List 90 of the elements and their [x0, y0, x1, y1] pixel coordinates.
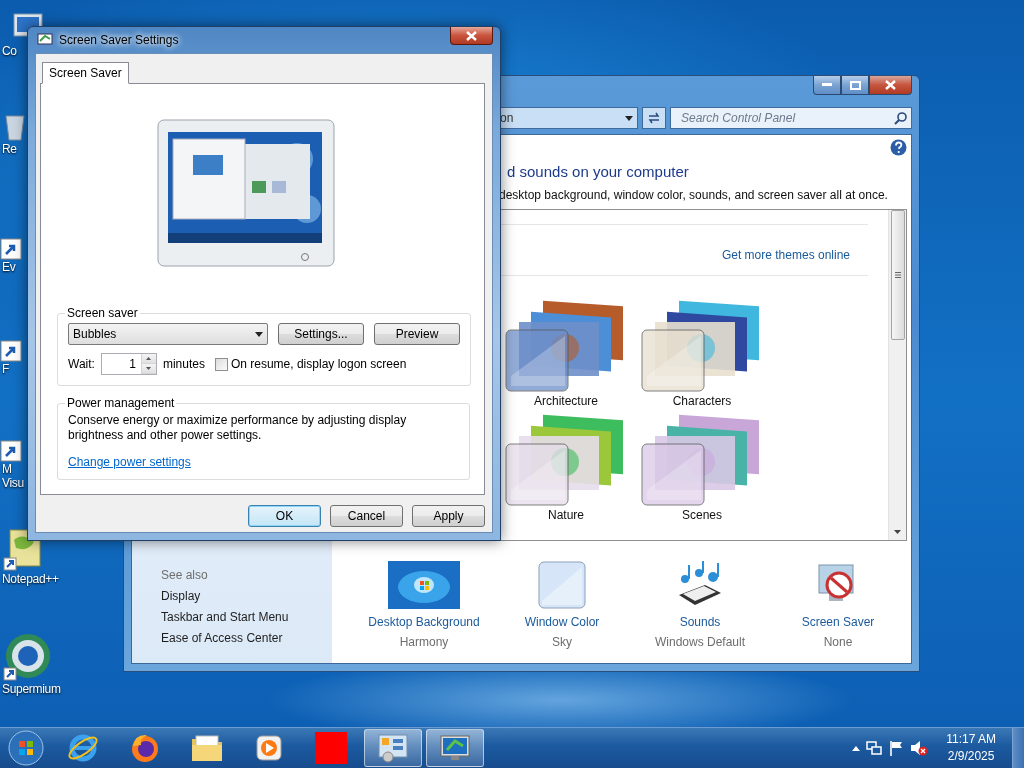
windows-orb-icon	[8, 730, 44, 766]
see-also-link[interactable]: Ease of Access Center	[161, 631, 332, 645]
volume-button[interactable]	[910, 740, 929, 756]
desktop-icon-label[interactable]: F	[0, 362, 10, 376]
app-icon	[315, 732, 347, 764]
more-themes-link[interactable]: Get more themes online	[721, 248, 850, 262]
screen-saver-dropdown[interactable]: Bubbles	[68, 323, 268, 345]
globe-icon[interactable]	[0, 632, 50, 682]
search-box[interactable]: Search Control Panel	[670, 107, 912, 129]
close-button[interactable]	[450, 27, 493, 45]
group-label: Power management	[66, 396, 176, 410]
shortcut-icon[interactable]	[0, 440, 22, 462]
taskbar-button[interactable]	[426, 729, 484, 767]
setting-link[interactable]: Sounds	[679, 615, 721, 629]
internet-explorer-icon	[67, 732, 99, 764]
theme-name[interactable]: Nature	[548, 508, 584, 522]
group-label: Screen saver	[66, 306, 139, 320]
desktop-icon-label[interactable]: Supermium	[0, 682, 61, 696]
see-also-heading: See also	[161, 568, 209, 582]
setting-value: Sky	[552, 635, 572, 649]
tray-expand-button[interactable]	[852, 745, 861, 751]
shortcut-icon[interactable]	[0, 238, 22, 260]
clock[interactable]: 11:17 AM 2/9/2025	[946, 731, 996, 765]
setting-value: None	[823, 635, 853, 649]
refresh-button[interactable]	[642, 107, 666, 129]
dialog-button[interactable]: OK	[248, 505, 321, 527]
window-title: Screen Saver Settings	[59, 33, 180, 47]
page-description: desktop background, window color, sounds, and screen saver all at once.	[499, 188, 889, 202]
theme-name[interactable]: Scenes	[682, 508, 722, 522]
dropdown-arrow-icon	[625, 115, 633, 121]
media-player-icon	[254, 733, 284, 763]
speaker-muted-icon	[910, 740, 929, 756]
setting-link[interactable]: Window Color	[524, 615, 600, 629]
close-button[interactable]	[869, 76, 912, 95]
spin-down-icon[interactable]	[146, 367, 152, 370]
wait-spinner[interactable]: 1	[100, 353, 157, 375]
control-panel-icon	[377, 732, 409, 764]
logon-checkbox[interactable]	[214, 357, 228, 371]
dropdown-arrow-icon	[255, 331, 263, 337]
power-settings-link[interactable]: Change power settings	[68, 455, 191, 469]
desktop-icon-label[interactable]: Re	[0, 142, 17, 156]
close-icon	[466, 30, 477, 41]
refresh-icon	[647, 112, 661, 124]
spin-up-icon[interactable]	[146, 357, 152, 360]
maximize-icon	[849, 80, 861, 90]
shortcut-icon[interactable]	[0, 340, 22, 362]
color-swatch-icon[interactable]	[538, 561, 586, 609]
network-button[interactable]	[866, 740, 883, 756]
taskbar-button[interactable]	[364, 729, 422, 767]
maximize-button[interactable]	[841, 76, 869, 95]
page-heading: d sounds on your computer	[507, 163, 690, 180]
desktop-icon-label[interactable]: Notepad++	[0, 572, 59, 586]
grip-icon	[894, 272, 901, 278]
see-also-link[interactable]: Display	[161, 589, 332, 603]
setting-value: Harmony	[399, 635, 449, 649]
desktop-icon-label[interactable]: Co	[0, 44, 17, 58]
desktop-icon-label[interactable]: Ev	[0, 260, 16, 274]
flag-icon	[888, 740, 905, 756]
action-center-button[interactable]	[888, 740, 905, 756]
help-icon[interactable]	[890, 139, 907, 156]
screen-saver-icon	[37, 33, 53, 47]
theme-name[interactable]: Characters	[672, 394, 732, 408]
desktop-icon-label[interactable]: M	[0, 462, 12, 476]
minimize-button[interactable]	[813, 76, 841, 95]
scroll-thumb[interactable]	[890, 210, 905, 340]
theme-name[interactable]: Architecture	[534, 394, 598, 408]
firefox-icon	[129, 732, 161, 764]
setting-link[interactable]: Screen Saver	[801, 615, 875, 629]
network-icon	[866, 740, 883, 756]
checkbox-label[interactable]: On resume, display logon screen	[230, 357, 407, 371]
setting-value: Windows Default	[654, 635, 745, 649]
power-description: Conserve energy or maximize performance by adjusting display brightness and other power settings.	[68, 413, 408, 443]
search-icon	[894, 111, 907, 125]
preview-button[interactable]: Preview	[374, 323, 460, 345]
scrollbar[interactable]	[888, 210, 906, 540]
scroll-down-icon[interactable]	[894, 530, 901, 534]
close-icon	[885, 80, 896, 90]
up-arrow-icon	[852, 745, 861, 751]
search-field[interactable]: Search Control Panel	[679, 110, 894, 126]
folder-icon	[190, 733, 224, 763]
wait-label: Wait:	[68, 357, 95, 371]
see-also-link[interactable]: Taskbar and Start Menu	[161, 610, 332, 624]
setting-link[interactable]: Desktop Background	[368, 615, 480, 629]
dialog-button[interactable]: Cancel	[330, 505, 403, 527]
desktop-icon-label[interactable]: Visu	[0, 476, 24, 490]
tab[interactable]: Screen Saver	[42, 62, 129, 84]
dialog-button[interactable]: Apply	[412, 505, 485, 527]
minutes-label: minutes	[162, 357, 205, 371]
settings-button[interactable]: Settings...	[278, 323, 364, 345]
minimize-icon	[822, 83, 832, 87]
